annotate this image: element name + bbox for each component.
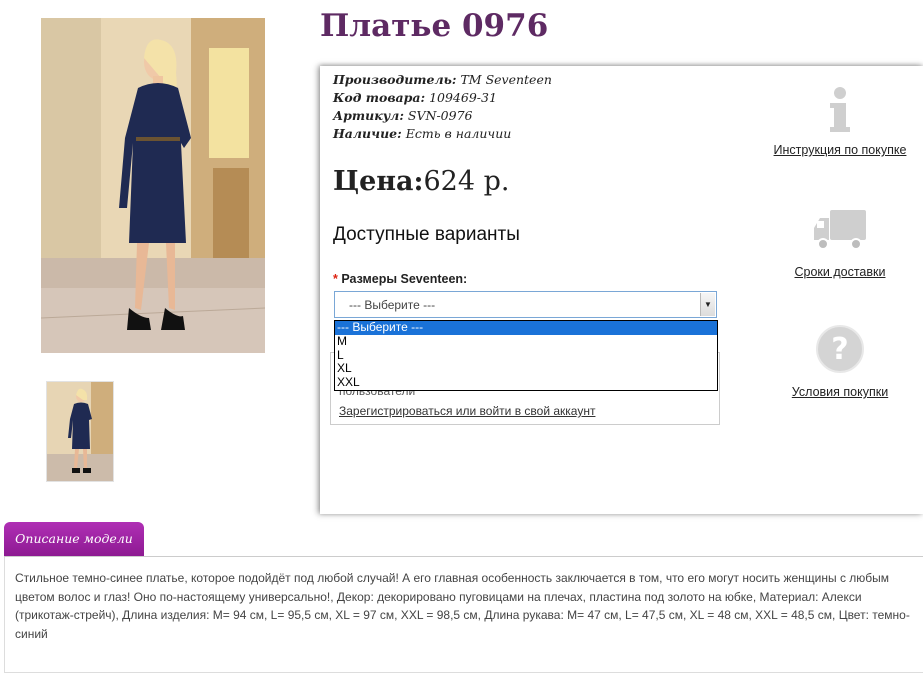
variants-heading: Доступные варианты (333, 224, 520, 245)
size-option-placeholder[interactable]: --- Выберите --- (335, 320, 717, 335)
price-label: Цена: (333, 166, 424, 197)
side-links: Инструкция по покупке Сроки доставки ? У… (760, 66, 920, 514)
size-dropdown-list[interactable]: --- Выберите --- M L XL XXL (334, 320, 718, 391)
required-mark: * (333, 272, 338, 286)
info-icon[interactable] (825, 87, 855, 136)
question-icon[interactable]: ? (815, 325, 865, 378)
size-field-label: * Размеры Seventeen: (333, 272, 467, 286)
size-option-m[interactable]: M (335, 334, 717, 349)
article-label: Артикул: (333, 108, 404, 123)
code-label: Код товара: (333, 90, 426, 105)
terms-block[interactable]: ? Условия покупки (760, 324, 920, 399)
code-value: 109469-31 (429, 90, 497, 105)
truck-icon[interactable] (812, 210, 868, 258)
price-value: 624 р. (423, 166, 510, 197)
product-title: Платье 0976 (320, 8, 549, 44)
instructions-block[interactable]: Инструкция по покупке (760, 86, 920, 157)
availability-value: Есть в наличии (405, 126, 512, 141)
product-main-photo[interactable] (41, 18, 265, 353)
size-option-l[interactable]: L (335, 348, 717, 363)
delivery-block[interactable]: Сроки доставки (760, 208, 920, 279)
delivery-link[interactable]: Сроки доставки (760, 265, 920, 279)
size-label-text: Размеры Seventeen: (341, 272, 468, 286)
size-select-value: --- Выберите --- (349, 298, 436, 312)
size-select[interactable]: --- Выберите --- ▼ (334, 291, 717, 318)
availability-row: Наличие: Есть в наличии (333, 125, 552, 143)
description-panel: Стильное темно-синее платье, которое под… (4, 557, 923, 673)
register-link[interactable]: Зарегистрироваться или войти в свой акка… (339, 404, 595, 418)
chevron-down-icon[interactable]: ▼ (700, 293, 715, 316)
manufacturer-row: Производитель: TM Seventeen (333, 71, 552, 89)
tab-description[interactable]: Описание модели (4, 522, 144, 556)
code-row: Код товара: 109469-31 (333, 89, 552, 107)
article-row: Артикул: SVN-0976 (333, 107, 552, 125)
size-option-xxl[interactable]: XXL (335, 375, 717, 390)
size-option-xl[interactable]: XL (335, 362, 717, 376)
terms-link[interactable]: Условия покупки (760, 385, 920, 399)
product-thumbnail[interactable] (46, 381, 114, 482)
product-info-panel: Производитель: TM Seventeen Код товара: … (320, 66, 923, 514)
instructions-link[interactable]: Инструкция по покупке (760, 143, 920, 157)
product-meta: Производитель: TM Seventeen Код товара: … (333, 71, 552, 143)
price: Цена:624 р. (333, 166, 509, 197)
article-value: SVN-0976 (407, 108, 473, 123)
manufacturer-label: Производитель: (333, 72, 457, 87)
availability-label: Наличие: (333, 126, 402, 141)
manufacturer-value: TM Seventeen (460, 72, 552, 87)
svg-text:?: ? (831, 332, 848, 367)
description-text: Стильное темно-синее платье, которое под… (15, 571, 910, 641)
